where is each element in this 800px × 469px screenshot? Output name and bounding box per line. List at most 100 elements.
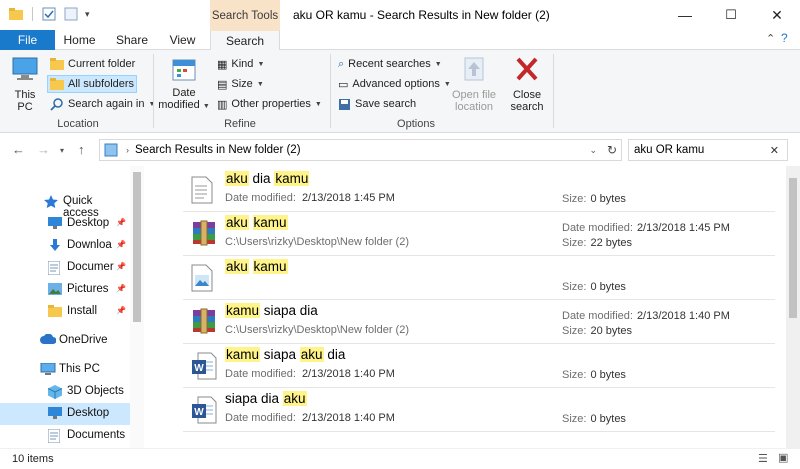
svg-text:W: W (194, 407, 204, 418)
nav-item-this-pc[interactable]: This PC (0, 359, 130, 381)
help-icon[interactable]: ? (781, 31, 788, 45)
tab-file[interactable]: File (0, 30, 55, 50)
result-file-name[interactable]: kamu siapa dia (225, 303, 318, 318)
nav-item-install[interactable]: Install 📌 (0, 301, 130, 323)
nav-item-quick-access[interactable]: Quick access (0, 191, 130, 219)
scrollbar-thumb[interactable] (133, 172, 141, 322)
result-subtitle: Date modified: 2/13/2018 1:45 PM (225, 192, 395, 204)
search-value[interactable]: aku OR kamu (634, 144, 704, 156)
customize-toolbar-icon[interactable]: ▾ (85, 9, 90, 20)
properties-icon[interactable] (41, 7, 57, 21)
documents-icon (47, 428, 61, 446)
documents-icon (47, 260, 61, 278)
result-size: Size: 20 bytes (562, 325, 633, 337)
search-result-row[interactable]: aku kamu C:\Users\rizky\Desktop\New folde… (183, 212, 775, 256)
nav-scrollbar[interactable] (130, 166, 144, 448)
other-properties-button[interactable]: ▥ Other properties ▼ (215, 95, 324, 113)
nav-item-label: Install (67, 305, 98, 317)
word-doc-icon: W (191, 396, 217, 427)
nav-item-onedrive[interactable]: OneDrive (0, 330, 130, 352)
tab-share[interactable]: Share (108, 30, 156, 50)
nav-item-pictures[interactable]: Pictures 📌 (0, 279, 130, 301)
size-icon: ▤ (217, 78, 228, 91)
search-result-row[interactable]: Wsiapa dia aku Date modified: 2/13/2018 1:… (183, 388, 775, 432)
search-input[interactable]: aku OR kamu ✕ (628, 139, 788, 161)
collapse-ribbon-icon[interactable]: ⌃ (766, 32, 775, 45)
nav-item-label: Quick access (63, 195, 99, 219)
tab-search[interactable]: Search (210, 30, 280, 51)
large-icons-view-icon[interactable]: ▣ (778, 451, 788, 464)
search-hit-highlight: kamu (252, 259, 288, 274)
current-folder-label: Current folder (68, 58, 136, 70)
address-bar[interactable]: › Search Results in New folder (2) ⌄ ↻ (99, 139, 622, 161)
recent-searches-button[interactable]: ⌕ Recent searches ▼ (336, 55, 444, 73)
this-pc-button[interactable]: This PC (8, 56, 42, 113)
result-file-name[interactable]: aku kamu (225, 259, 288, 274)
properties-icon: ▥ (217, 98, 228, 111)
all-subfolders-button[interactable]: All subfolders (47, 75, 138, 93)
search-hit-highlight: aku (225, 215, 249, 230)
results-scrollbar[interactable] (786, 166, 800, 448)
navigation-bar: ← → ▾ ↑ › Search Results in New folder (… (0, 134, 800, 166)
breadcrumb-path[interactable]: Search Results in New folder (2) (135, 144, 301, 156)
size-button[interactable]: ▤ Size ▼ (215, 75, 266, 93)
scrollbar-thumb[interactable] (789, 178, 797, 318)
breadcrumb-chevron-icon[interactable]: › (126, 145, 129, 155)
new-folder-icon[interactable] (63, 7, 79, 21)
save-search-button[interactable]: Save search (336, 95, 418, 113)
open-file-location-button[interactable]: Open file location (447, 56, 501, 113)
location-group-label: Location (57, 118, 99, 130)
minimize-button[interactable]: — (662, 0, 708, 30)
forward-arrow-icon[interactable]: → (37, 142, 50, 157)
close-button[interactable]: ✕ (754, 0, 800, 30)
search-result-row[interactable]: Wkamu siapa aku dia Date modified: 2/13/20… (183, 344, 775, 388)
nav-item-label: 3D Objects (67, 385, 124, 397)
nav-item-label: Desktop (67, 407, 110, 419)
result-file-name[interactable]: kamu siapa aku dia (225, 347, 345, 362)
title-bar: ▾ Search Tools aku OR kamu - Search Resu… (0, 0, 800, 30)
current-folder-button[interactable]: Current folder (48, 55, 137, 73)
address-dropdown-icon[interactable]: ⌄ (589, 145, 597, 156)
close-search-button[interactable]: Close search (506, 56, 548, 113)
pin-icon[interactable]: 📌 (116, 218, 126, 227)
name-text (249, 259, 253, 274)
search-again-in-button[interactable]: Search again in ▼ (48, 95, 157, 113)
result-file-name[interactable]: aku kamu (225, 215, 288, 230)
open-file-location-icon (464, 57, 484, 81)
tab-home[interactable]: Home (57, 30, 102, 50)
close-search-label: Close search (510, 89, 544, 113)
search-hit-highlight: aku (282, 391, 307, 406)
up-arrow-icon[interactable]: ↑ (78, 142, 85, 157)
window-title: aku OR kamu - Search Results in New fold… (293, 8, 550, 22)
nav-item-documents[interactable]: Documents (0, 425, 130, 447)
pin-icon[interactable]: 📌 (116, 262, 126, 271)
svg-text:W: W (194, 363, 204, 374)
search-result-row[interactable]: aku dia kamu Date modified: 2/13/2018 1:45… (183, 168, 775, 212)
back-arrow-icon[interactable]: ← (12, 142, 25, 157)
clear-search-icon[interactable]: ✕ (770, 144, 779, 157)
ribbon: This PC Current folder All subfolders Se… (0, 50, 800, 133)
refresh-icon[interactable]: ↻ (607, 143, 617, 157)
nav-item-label: Documer (67, 261, 114, 273)
pin-icon[interactable]: 📌 (116, 306, 126, 315)
tab-view[interactable]: View (160, 30, 205, 50)
result-file-name[interactable]: aku dia kamu (225, 171, 310, 186)
details-view-icon[interactable]: ☰ (758, 452, 768, 465)
nav-item-desktop[interactable]: Desktop (0, 403, 130, 425)
maximize-button[interactable]: ☐ (708, 0, 754, 30)
result-file-name[interactable]: siapa dia aku (225, 391, 307, 406)
search-result-row[interactable]: aku kamu Size: 0 bytes (183, 256, 775, 300)
search-icon (50, 98, 63, 111)
refine-group-label: Refine (224, 118, 256, 130)
pin-icon[interactable]: 📌 (116, 284, 126, 293)
nav-item-documer[interactable]: Documer 📌 (0, 257, 130, 279)
desktop-icon (48, 217, 62, 232)
advanced-options-button[interactable]: ▭ Advanced options ▼ (336, 75, 453, 93)
pin-icon[interactable]: 📌 (116, 240, 126, 249)
nav-item-downloa[interactable]: Downloa 📌 (0, 235, 130, 257)
date-modified-button[interactable]: Date modified ▼ (158, 56, 210, 113)
kind-button[interactable]: ▦ Kind ▼ (215, 55, 266, 73)
search-result-row[interactable]: kamu siapa dia C:\Users\rizky\Desktop\New… (183, 300, 775, 344)
recent-locations-chevron-icon[interactable]: ▾ (60, 146, 64, 155)
nav-item-3d-objects[interactable]: 3D Objects (0, 381, 130, 403)
